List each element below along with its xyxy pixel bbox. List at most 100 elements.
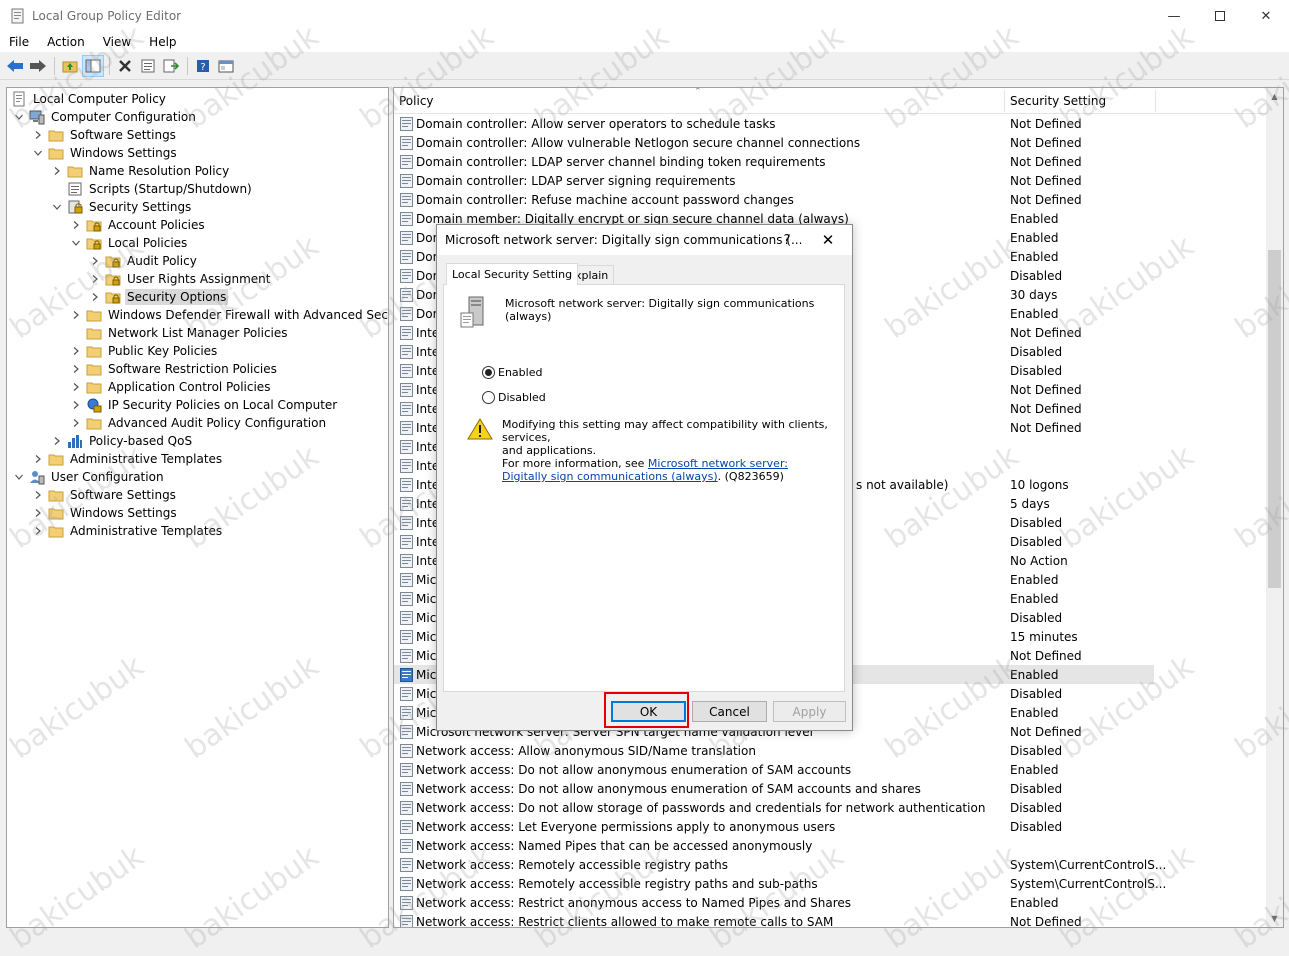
scripts-icon xyxy=(67,181,87,197)
tree-node[interactable]: Software Restriction Policies xyxy=(70,360,279,378)
policy-icon xyxy=(394,306,416,321)
console-button[interactable] xyxy=(215,55,237,77)
scroll-down-button[interactable]: ▼ xyxy=(1266,910,1283,927)
tree-node[interactable]: Security Settings xyxy=(51,198,193,216)
chevron-right-icon[interactable] xyxy=(32,507,44,519)
warning-message: Modifying this setting may affect compat… xyxy=(502,418,832,483)
menu-view[interactable]: View xyxy=(94,35,140,49)
tree-node[interactable]: Software Settings xyxy=(32,126,178,144)
maximize-icon xyxy=(1215,11,1225,21)
properties-button[interactable] xyxy=(137,55,159,77)
close-button[interactable]: ✕ xyxy=(1243,0,1289,32)
security-setting-value: Disabled xyxy=(1010,344,1063,359)
chevron-right-icon[interactable] xyxy=(70,363,82,375)
tree-node[interactable]: Software Settings xyxy=(32,486,178,504)
chevron-right-icon[interactable] xyxy=(70,345,82,357)
console-tree[interactable]: Local Computer Policy Computer Configurat… xyxy=(6,87,389,928)
chevron-right-icon[interactable] xyxy=(32,489,44,501)
menu-action[interactable]: Action xyxy=(38,35,94,49)
tree-node[interactable]: Windows Defender Firewall with Advanced … xyxy=(70,306,388,324)
folder-icon xyxy=(48,523,68,539)
tree-node[interactable]: Advanced Audit Policy Configuration xyxy=(70,414,328,432)
tree-node[interactable]: Account Policies xyxy=(70,216,207,234)
tree-node[interactable]: Administrative Templates xyxy=(32,450,224,468)
column-divider[interactable] xyxy=(1155,90,1156,112)
forward-button[interactable] xyxy=(27,55,49,77)
tree-node[interactable]: Local Policies xyxy=(70,234,189,252)
help-button[interactable]: ? xyxy=(192,55,214,77)
dialog-close-button[interactable]: ✕ xyxy=(813,225,843,255)
tree-node[interactable]: Local Computer Policy xyxy=(11,90,168,108)
chevron-right-icon[interactable] xyxy=(70,219,82,231)
tab-local-security-setting[interactable]: Local Security Setting xyxy=(446,263,579,285)
policy-name: Mic xyxy=(416,572,437,587)
tree-node[interactable]: Policy-based QoS xyxy=(51,432,194,450)
up-level-button[interactable] xyxy=(59,55,81,77)
menu-help[interactable]: Help xyxy=(140,35,185,49)
chevron-down-icon[interactable] xyxy=(51,201,63,213)
tree-node[interactable]: Administrative Templates xyxy=(32,522,224,540)
tree-node[interactable]: Audit Policy xyxy=(89,252,199,270)
scroll-thumb[interactable] xyxy=(1268,250,1281,588)
show-hide-tree-icon xyxy=(85,59,101,73)
tree-node[interactable]: User Configuration xyxy=(13,468,166,486)
tree-node[interactable]: Windows Settings xyxy=(32,144,179,162)
tree-node[interactable]: Name Resolution Policy xyxy=(51,162,231,180)
security-setting-value: Not Defined xyxy=(1010,724,1082,739)
policy-name: Network access: Named Pipes that can be … xyxy=(416,838,813,853)
cancel-button[interactable]: Cancel xyxy=(692,701,767,722)
tree-node[interactable]: IP Security Policies on Local Computer xyxy=(70,396,339,414)
chevron-down-icon[interactable] xyxy=(13,111,25,123)
tree-node[interactable]: Windows Settings xyxy=(32,504,179,522)
policy-name: Domain controller: Refuse machine accoun… xyxy=(416,192,794,207)
chevron-down-icon[interactable] xyxy=(70,237,82,249)
disabled-radio[interactable] xyxy=(482,391,495,404)
delete-button[interactable] xyxy=(114,55,136,77)
folder-icon xyxy=(86,307,106,323)
security-setting-value: Disabled xyxy=(1010,781,1063,796)
security-setting-value: 30 days xyxy=(1010,287,1058,302)
chevron-right-icon[interactable] xyxy=(32,525,44,537)
chevron-right-icon[interactable] xyxy=(51,435,63,447)
qos-chart-icon xyxy=(67,433,87,449)
security-setting-value: Disabled xyxy=(1010,268,1063,283)
window-title: Local Group Policy Editor xyxy=(32,9,182,23)
tree-node[interactable]: User Rights Assignment xyxy=(89,270,272,288)
lock-folder-icon xyxy=(86,235,106,251)
chevron-right-icon[interactable] xyxy=(70,381,82,393)
chevron-right-icon[interactable] xyxy=(70,399,82,411)
disabled-radio-option[interactable]: Disabled xyxy=(482,391,546,404)
menu-file[interactable]: File xyxy=(0,35,38,49)
maximize-button[interactable] xyxy=(1197,0,1243,32)
column-header-security-setting[interactable]: Security Setting xyxy=(1005,88,1155,114)
tree-node[interactable]: Public Key Policies xyxy=(70,342,219,360)
chevron-right-icon[interactable] xyxy=(70,417,82,429)
back-button[interactable] xyxy=(4,55,26,77)
export-list-button[interactable] xyxy=(160,55,182,77)
policy-name: Network access: Let Everyone permissions… xyxy=(416,819,836,834)
enabled-radio[interactable] xyxy=(482,366,495,379)
tree-node[interactable]: Application Control Policies xyxy=(70,378,272,396)
tree-node[interactable]: Computer Configuration xyxy=(13,108,198,126)
tree-node[interactable]: Scripts (Startup/Shutdown) xyxy=(51,180,254,198)
tree-node[interactable]: Security Options xyxy=(89,288,229,306)
show-hide-tree-button[interactable] xyxy=(82,55,104,77)
dialog-help-button[interactable]: ? xyxy=(777,225,797,255)
chevron-right-icon[interactable] xyxy=(89,291,101,303)
minimize-button[interactable]: — xyxy=(1151,0,1197,32)
vertical-scrollbar[interactable]: ▲ ▼ xyxy=(1266,88,1283,927)
enabled-radio-option[interactable]: Enabled xyxy=(482,366,542,379)
folder-icon xyxy=(86,343,106,359)
chevron-right-icon[interactable] xyxy=(89,255,101,267)
chevron-right-icon[interactable] xyxy=(32,129,44,141)
tree-node[interactable]: Network List Manager Policies xyxy=(70,324,290,342)
chevron-down-icon[interactable] xyxy=(32,147,44,159)
chevron-right-icon[interactable] xyxy=(51,165,63,177)
policy-row[interactable]: Network access: Named Pipes that can be … xyxy=(394,836,1154,855)
chevron-right-icon[interactable] xyxy=(70,309,82,321)
chevron-down-icon[interactable] xyxy=(13,471,25,483)
scroll-up-button[interactable]: ▲ xyxy=(1266,88,1283,105)
warning-line-1: Modifying this setting may affect compat… xyxy=(502,418,828,444)
chevron-right-icon[interactable] xyxy=(89,273,101,285)
chevron-right-icon[interactable] xyxy=(32,453,44,465)
